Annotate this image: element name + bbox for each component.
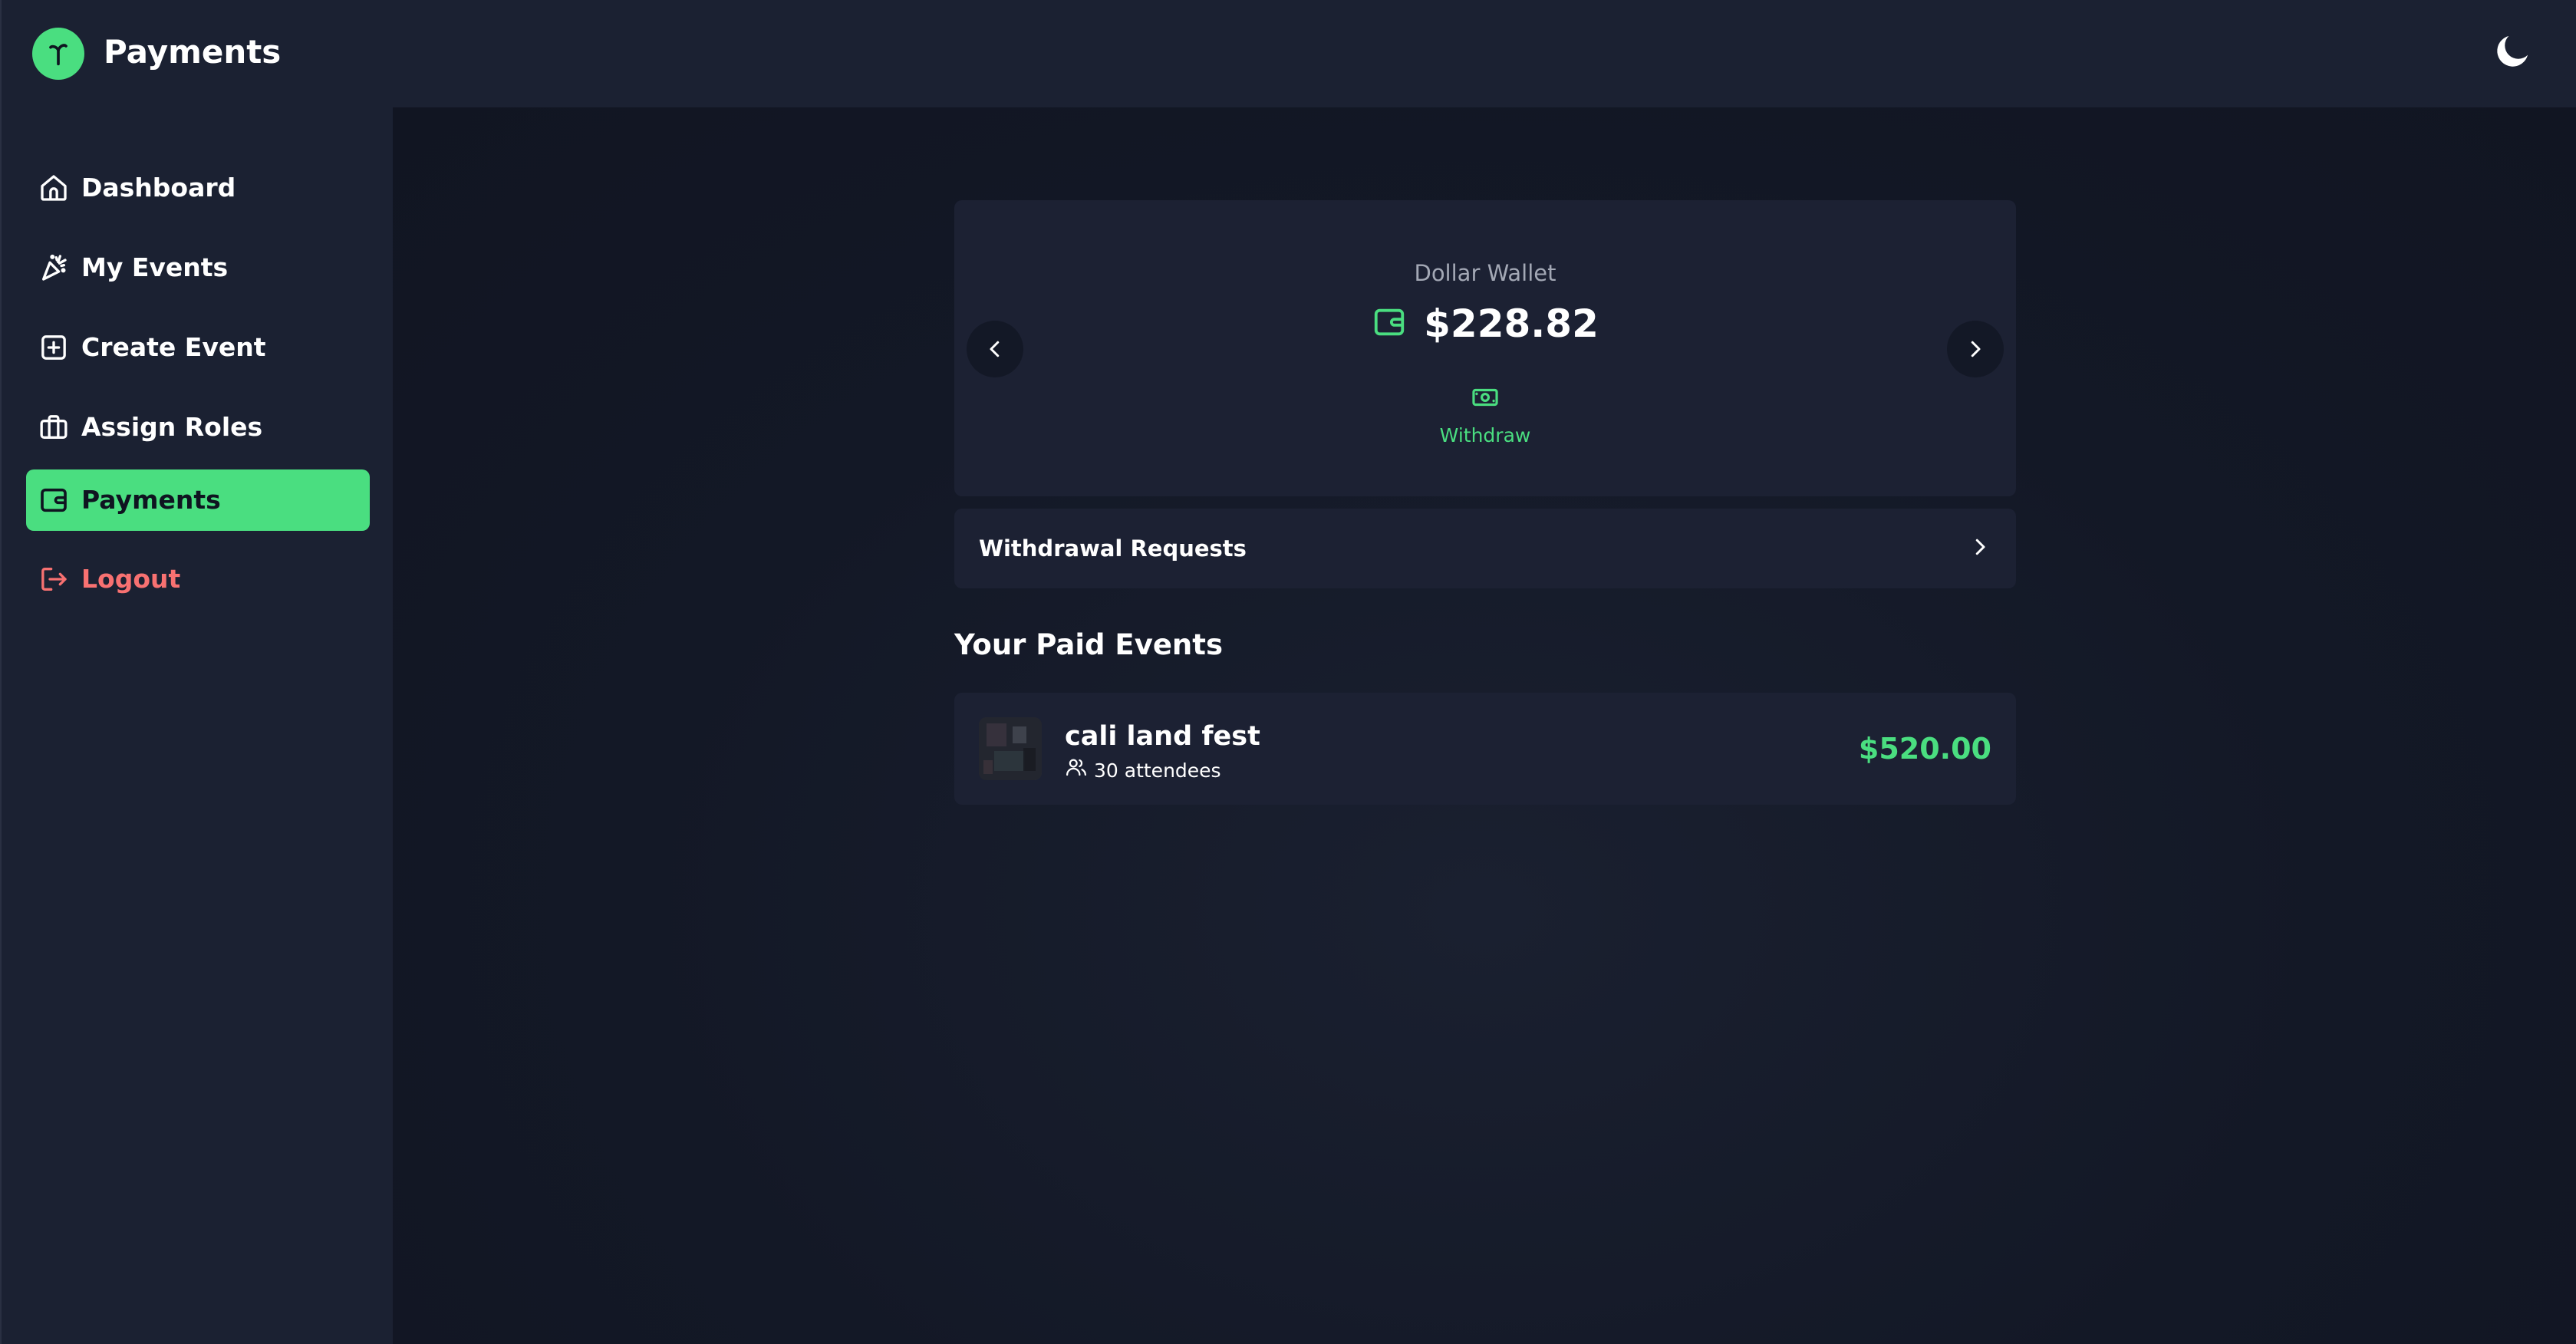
- chevron-right-icon: [1971, 341, 1981, 357]
- sidebar-item-label: Payments: [81, 485, 221, 515]
- paid-event-row[interactable]: cali land fest 30 attendees $520.00: [954, 693, 2016, 805]
- app-title: Payments: [104, 33, 282, 71]
- logout-icon: [37, 562, 71, 596]
- attendee-count: 30 attendees: [1094, 759, 1221, 782]
- cash-icon: [1471, 383, 1500, 415]
- sidebar-item-label: Create Event: [81, 332, 266, 362]
- party-popper-icon: [37, 251, 71, 285]
- event-name: cali land fest: [1065, 721, 1260, 752]
- chevron-right-icon: [1968, 535, 1991, 562]
- wallet-title: Dollar Wallet: [1414, 260, 1556, 286]
- withdraw-button[interactable]: Withdraw: [1408, 383, 1562, 456]
- sidebar-item-assign-roles[interactable]: Assign Roles: [26, 397, 370, 458]
- wallet-icon: [37, 483, 71, 517]
- next-wallet-button[interactable]: [1947, 321, 2004, 377]
- theme-toggle-moon-icon[interactable]: [2487, 25, 2539, 77]
- event-thumbnail: [979, 717, 1042, 780]
- wallet-balance-row: $228.82: [954, 301, 2016, 346]
- paid-events-heading: Your Paid Events: [954, 628, 1223, 661]
- event-amount: $520.00: [1858, 732, 1991, 766]
- briefcase-icon: [37, 410, 71, 444]
- event-attendees: 30 attendees: [1065, 756, 1221, 786]
- sidebar: Dashboard My Events Create Event Assign …: [0, 107, 393, 1344]
- withdrawal-requests-link[interactable]: Withdrawal Requests: [954, 509, 2016, 588]
- withdraw-label: Withdraw: [1439, 424, 1531, 446]
- sidebar-item-my-events[interactable]: My Events: [26, 237, 370, 298]
- sidebar-item-label: Dashboard: [81, 173, 236, 203]
- sidebar-item-dashboard[interactable]: Dashboard: [26, 157, 370, 219]
- wallet-icon: [1372, 305, 1407, 343]
- home-icon: [37, 171, 71, 205]
- withdrawal-requests-label: Withdrawal Requests: [979, 535, 1247, 562]
- wallet-card: Dollar Wallet $228.82 Withdraw: [954, 200, 2016, 496]
- sidebar-item-label: My Events: [81, 252, 229, 282]
- sidebar-item-label: Logout: [81, 564, 181, 594]
- top-bar: Payments: [0, 0, 2576, 107]
- plus-square-icon: [37, 331, 71, 364]
- users-icon: [1065, 756, 1088, 786]
- wallet-balance: $228.82: [1424, 301, 1599, 346]
- app-logo-icon: [32, 28, 84, 80]
- sidebar-item-logout[interactable]: Logout: [26, 548, 370, 610]
- sidebar-item-create-event[interactable]: Create Event: [26, 317, 370, 378]
- sidebar-item-payments[interactable]: Payments: [26, 469, 370, 531]
- sidebar-item-label: Assign Roles: [81, 412, 263, 442]
